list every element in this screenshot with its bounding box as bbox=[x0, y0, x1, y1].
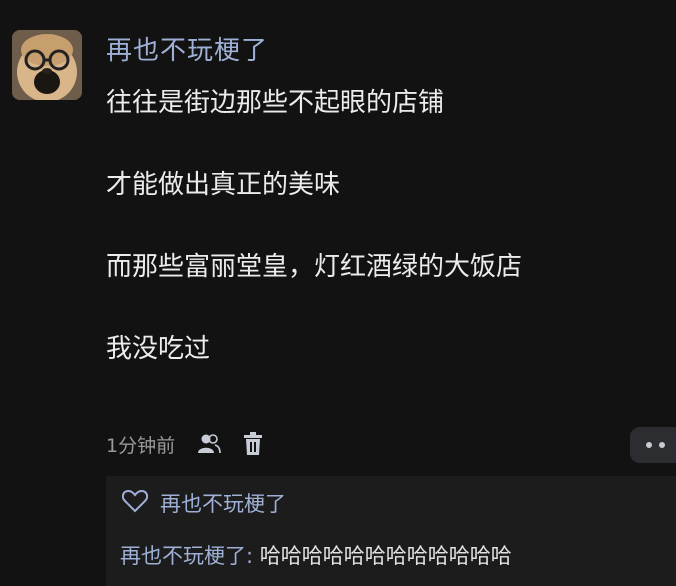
reply-author[interactable]: 再也不玩梗了: bbox=[120, 544, 253, 568]
heart-outline-icon[interactable] bbox=[121, 489, 149, 517]
reply-text: 哈哈哈哈哈哈哈哈哈哈哈哈 bbox=[253, 544, 512, 568]
trash-icon[interactable] bbox=[239, 430, 267, 458]
avatar[interactable] bbox=[12, 30, 82, 100]
users-icon[interactable] bbox=[195, 430, 223, 458]
post-username[interactable]: 再也不玩梗了 bbox=[106, 30, 268, 67]
post-line: 而那些富丽堂皇，灯红酒绿的大饭店 bbox=[106, 252, 523, 282]
post-line: 我没吃过 bbox=[106, 334, 211, 364]
likes-row: 再也不玩梗了 bbox=[121, 488, 286, 518]
post-line: 才能做出真正的美味 bbox=[106, 170, 341, 200]
more-options-button[interactable] bbox=[630, 427, 676, 463]
post-line: 往往是街边那些不起眼的店铺 bbox=[106, 88, 445, 118]
reply-item[interactable]: 再也不玩梗了: 哈哈哈哈哈哈哈哈哈哈哈哈 bbox=[120, 540, 512, 570]
post-meta: 1分钟前 bbox=[106, 428, 267, 460]
dog-avatar-image bbox=[12, 30, 82, 100]
more-dots-icon bbox=[646, 442, 652, 448]
post-content: 往往是街边那些不起眼的店铺 才能做出真正的美味 而那些富丽堂皇，灯红酒绿的大饭店… bbox=[106, 84, 666, 368]
post-timestamp: 1分钟前 bbox=[106, 434, 176, 457]
liked-by-name[interactable]: 再也不玩梗了 bbox=[160, 488, 286, 518]
reply-section: 再也不玩梗了 再也不玩梗了: 哈哈哈哈哈哈哈哈哈哈哈哈 bbox=[106, 476, 676, 586]
